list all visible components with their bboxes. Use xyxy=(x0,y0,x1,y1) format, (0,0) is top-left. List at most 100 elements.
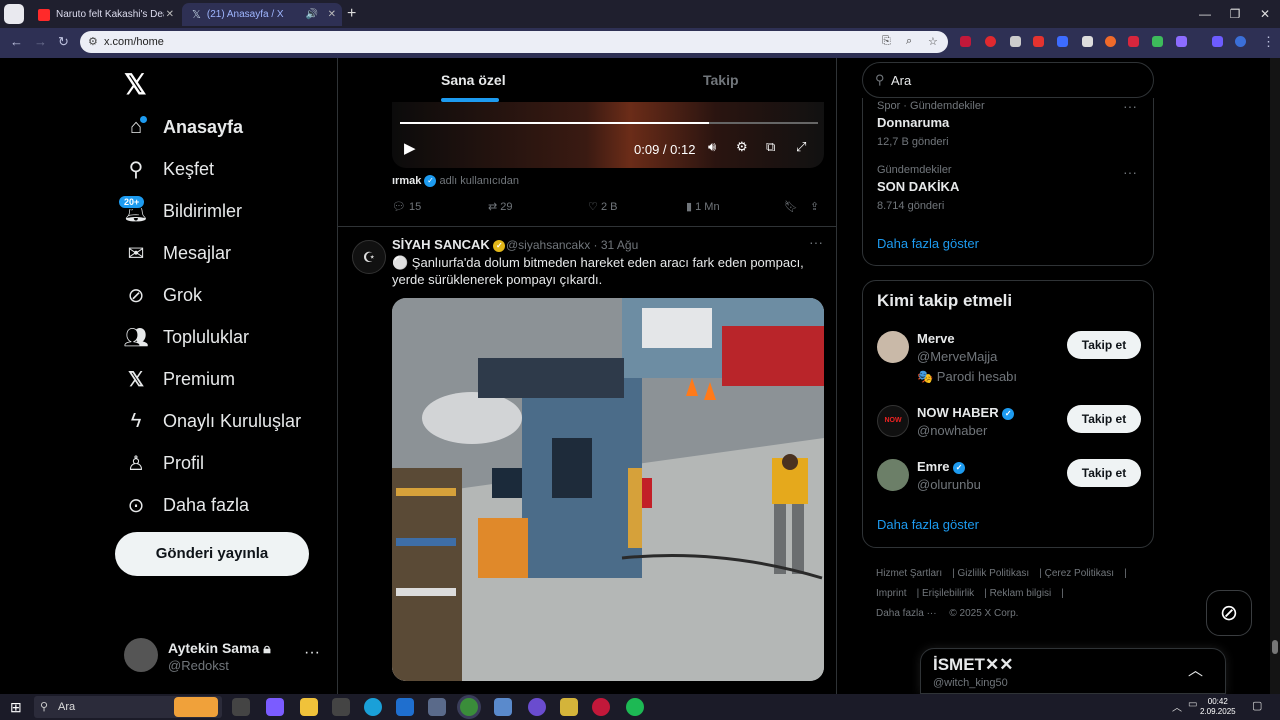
speaker-icon[interactable]: 🔊 xyxy=(306,9,318,20)
messages-drawer[interactable]: İSMET✕✕ @witch_king50 ︿ xyxy=(920,648,1226,694)
search-input[interactable]: ⚲ Ara xyxy=(862,62,1154,98)
extension-icon[interactable] xyxy=(1033,36,1044,47)
repost-button[interactable]: ⇄ 29 xyxy=(488,200,513,213)
account-switcher[interactable]: Aytekin Sama 🔒︎ @Redokst ··· xyxy=(124,638,334,674)
app-icon[interactable] xyxy=(528,698,546,716)
forward-icon[interactable]: → xyxy=(34,34,47,49)
app-icon[interactable] xyxy=(560,698,578,716)
video-progress-bar[interactable] xyxy=(400,122,818,124)
browser-tab-youtube[interactable]: Naruto felt Kakashi's Death Wi ✕ xyxy=(28,3,180,26)
nav-home[interactable]: ⌂ Anasayfa xyxy=(123,110,243,144)
video-player[interactable]: ▶ 0:09 / 0:12 🔊︎ ⚙ ⧉ ⤢ xyxy=(392,102,824,168)
follow-suggestion[interactable]: NOW NOW HABER ✓ @nowhaber Takip et xyxy=(877,405,1141,455)
reading-list-icon[interactable] xyxy=(1212,36,1223,47)
post-image[interactable] xyxy=(392,298,824,681)
footer-link[interactable]: Gizlilik Politikası xyxy=(958,568,1030,579)
tab-following[interactable]: Takip xyxy=(703,72,739,88)
follow-button[interactable]: Takip et xyxy=(1067,331,1141,359)
follow-button[interactable]: Takip et xyxy=(1067,459,1141,487)
back-icon[interactable]: ← xyxy=(10,34,23,49)
avatar[interactable]: ☪ xyxy=(352,240,386,274)
show-more-follow-link[interactable]: Daha fazla göster xyxy=(877,517,979,532)
follow-suggestion[interactable]: Merve @MerveMajja 🎭 Parodi hesabı Takip … xyxy=(877,331,1141,384)
puzzle-icon[interactable] xyxy=(1176,36,1187,47)
nav-premium[interactable]: 𝕏 Premium xyxy=(123,362,235,396)
share-icon[interactable]: ⇪ xyxy=(810,200,819,213)
kebab-menu-icon[interactable]: ⋮ xyxy=(1262,34,1275,50)
bookmark-star-icon[interactable]: ☆ xyxy=(928,35,938,48)
browser-tab-x[interactable]: 𝕏 (21) Anasayfa / X 🔊 ✕ xyxy=(182,3,342,26)
outlook-icon[interactable] xyxy=(396,698,414,716)
footer-link[interactable]: Imprint xyxy=(876,588,907,599)
scrollbar-thumb[interactable] xyxy=(1272,640,1278,654)
tab-for-you[interactable]: Sana özel xyxy=(441,72,506,88)
notifications-icon[interactable]: ▢ xyxy=(1252,699,1262,712)
shield-icon[interactable] xyxy=(1152,36,1163,47)
restore-button[interactable]: ❐ xyxy=(1220,0,1250,28)
more-icon[interactable]: ··· xyxy=(809,234,823,250)
x-logo-icon[interactable]: 𝕏 xyxy=(124,68,147,101)
new-tab-button[interactable]: + xyxy=(347,5,356,23)
follow-button[interactable]: Takip et xyxy=(1067,405,1141,433)
extension-icon[interactable] xyxy=(1082,36,1093,47)
app-icon[interactable] xyxy=(494,698,512,716)
tweet[interactable]: ☪ SİYAH SANCAK ✓ @siyahsancakx · 31 Ağu … xyxy=(338,228,836,694)
address-bar[interactable]: ⚙ x.com/home ⎘ ⌕ ☆ xyxy=(80,31,948,53)
picture-in-picture-icon[interactable]: ⧉ xyxy=(766,139,775,155)
footer-link[interactable]: Hizmet Şartları xyxy=(876,568,942,579)
post-button[interactable]: Gönderi yayınla xyxy=(115,532,309,576)
zoom-icon[interactable]: ⌕ xyxy=(906,35,912,48)
trend-item[interactable]: Gündemdekiler SON DAKİKA 8.714 gönderi xyxy=(877,164,959,212)
footer-link[interactable]: Reklam bilgisi xyxy=(990,588,1052,599)
reload-icon[interactable]: ↻ xyxy=(58,34,69,50)
store-icon[interactable] xyxy=(332,698,350,716)
fullscreen-icon[interactable]: ⤢ xyxy=(796,139,806,155)
chrome-icon[interactable] xyxy=(460,698,478,716)
page-scrollbar[interactable] xyxy=(1270,58,1280,694)
app-icon[interactable] xyxy=(592,698,610,716)
more-icon[interactable]: ··· xyxy=(1123,164,1137,180)
volume-icon[interactable]: 🔊︎ xyxy=(708,139,716,155)
extension-icon[interactable] xyxy=(960,36,971,47)
copilot-icon[interactable] xyxy=(266,698,284,716)
chevron-up-icon[interactable]: ︿ xyxy=(1188,659,1203,680)
install-icon[interactable]: ⎘ xyxy=(882,35,891,48)
settings-gear-icon[interactable]: ⚙ xyxy=(736,139,748,155)
site-info-icon[interactable]: ⚙ xyxy=(88,35,98,48)
like-button[interactable]: ♡ 2 B xyxy=(588,200,617,213)
shield-icon[interactable] xyxy=(1010,36,1021,47)
spotify-icon[interactable] xyxy=(626,698,644,716)
minimize-button[interactable]: — xyxy=(1190,0,1220,28)
nav-verified-orgs[interactable]: ϟ Onaylı Kuruluşlar xyxy=(123,404,301,438)
more-icon[interactable]: ··· xyxy=(1123,98,1137,114)
reply-button[interactable]: 💬︎ 15 xyxy=(392,200,421,213)
nav-notifications[interactable]: 🔔︎ 20+ Bildirimler xyxy=(118,194,242,228)
play-icon[interactable]: ▶ xyxy=(404,139,416,157)
views-button[interactable]: ▮ 1 Mn xyxy=(686,200,720,213)
clock[interactable]: 00:42 2.09.2025 xyxy=(1200,697,1236,717)
follow-suggestion[interactable]: Emre ✓ @olurunbu Takip et xyxy=(877,459,1141,509)
nav-communities[interactable]: 👥︎ Topluluklar xyxy=(123,320,249,354)
nav-explore[interactable]: ⚲ Keşfet xyxy=(123,152,214,186)
edge-icon[interactable] xyxy=(364,698,382,716)
author-handle[interactable]: @siyahsancakx · 31 Ağu xyxy=(506,238,638,252)
more-icon[interactable]: ··· xyxy=(304,644,320,662)
nav-messages[interactable]: ✉ Mesajlar xyxy=(123,236,231,270)
browser-app-icon[interactable] xyxy=(4,4,24,24)
footer-link[interactable]: Erişilebilirlik xyxy=(922,588,974,599)
extension-icon[interactable] xyxy=(985,36,996,47)
task-view-icon[interactable] xyxy=(232,698,250,716)
nav-more[interactable]: ⊙ Daha fazla xyxy=(123,488,249,522)
footer-link[interactable]: Çerez Politikası xyxy=(1045,568,1114,579)
app-icon[interactable] xyxy=(428,698,446,716)
chevron-up-icon[interactable]: ︿ xyxy=(1172,699,1182,714)
extension-icon[interactable] xyxy=(1057,36,1068,47)
extension-icon[interactable] xyxy=(1105,36,1116,47)
attribution-user[interactable]: ırmak xyxy=(392,175,421,187)
profile-avatar-icon[interactable] xyxy=(1235,36,1246,47)
trend-item[interactable]: Spor · Gündemdekiler Donnaruma 12,7 B gö… xyxy=(877,100,985,148)
taskbar-search-input[interactable]: ⚲ Ara xyxy=(34,696,222,718)
footer-link[interactable]: Daha fazla ··· xyxy=(876,608,937,619)
show-more-trends-link[interactable]: Daha fazla göster xyxy=(877,236,979,251)
nav-grok[interactable]: ⊘ Grok xyxy=(123,278,202,312)
